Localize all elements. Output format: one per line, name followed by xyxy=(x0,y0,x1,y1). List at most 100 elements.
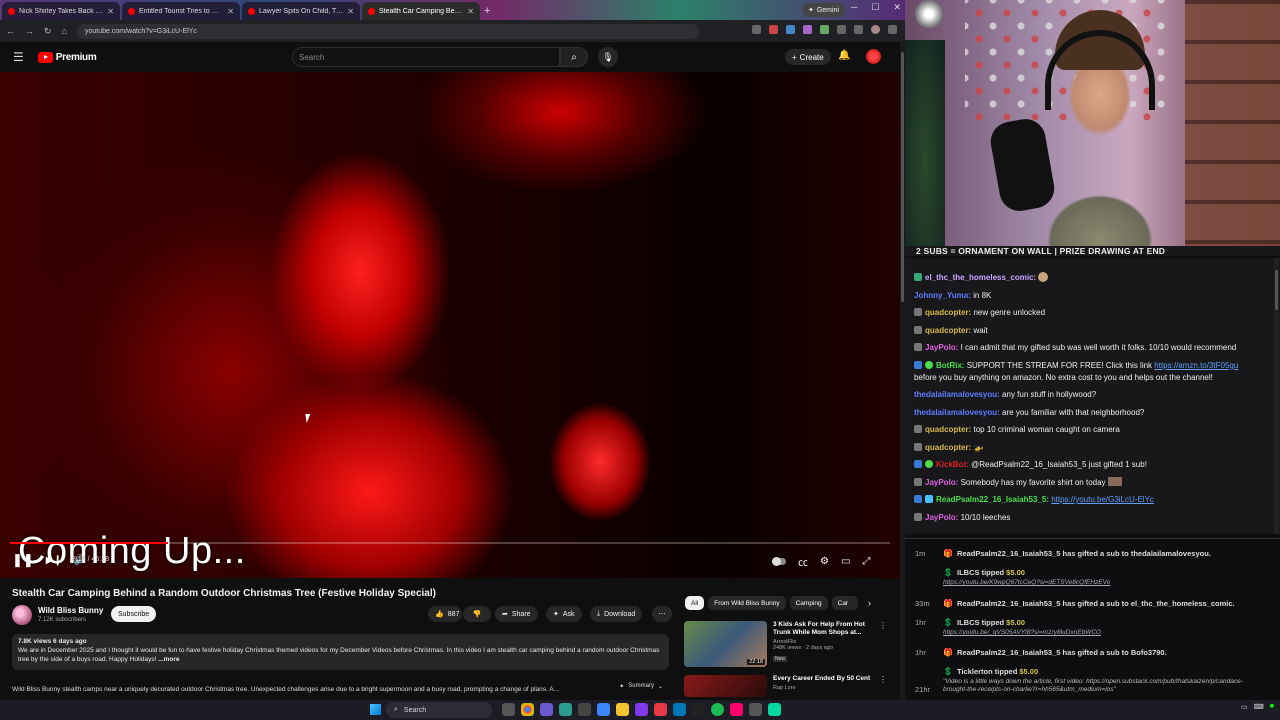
chat-message: JayPolo: Somebody has my favorite shirt … xyxy=(914,476,1272,489)
search-icon[interactable]: ⌕ xyxy=(560,47,588,67)
summary-button[interactable]: ✦ Summary ⌄ xyxy=(619,683,663,690)
url-field[interactable]: youtube.com/watch?v=G3iLcU-ElYc xyxy=(76,23,699,39)
share-button[interactable]: ➦ Share xyxy=(495,606,538,622)
tray-icon[interactable]: ⌨ xyxy=(1254,703,1264,711)
video-player[interactable]: Coming Up... ❚❚ ▶❙ 🔊 8:14 / 45:38 ㏄ ⚙ ▭ … xyxy=(0,72,900,578)
bot-badge-icon xyxy=(914,495,922,503)
extension-icon[interactable] xyxy=(786,25,795,34)
app-icon[interactable] xyxy=(673,703,686,716)
reload-icon[interactable]: ↻ xyxy=(44,26,52,37)
stream-banner: 2 SUBS = ORNAMENT ON WALL | PRIZE DRAWIN… xyxy=(905,246,1280,256)
gemini-button[interactable]: ✦ Gemini xyxy=(801,3,845,17)
emote-icon: 🚁 xyxy=(973,442,984,452)
chat-scrollbar[interactable] xyxy=(1274,258,1279,534)
app-icon[interactable] xyxy=(597,703,610,716)
extension-icon[interactable] xyxy=(854,25,863,34)
sparkle-icon: ✦ xyxy=(807,7,814,14)
extension-icon[interactable] xyxy=(803,25,812,34)
create-button[interactable]: + Create xyxy=(785,49,831,65)
notifications-bell-icon[interactable]: 🔔 xyxy=(838,50,850,61)
taskbar-apps xyxy=(502,703,781,716)
close-icon[interactable]: ✕ xyxy=(347,7,354,16)
app-icon[interactable] xyxy=(711,703,724,716)
tray-icon[interactable]: ▭ xyxy=(1241,703,1248,711)
search-icon: ⌕ xyxy=(394,706,398,713)
recommendation-item[interactable]: Every Career Ended By 50 Cent Rap Lore ⋮ xyxy=(684,675,887,697)
minimize-icon[interactable]: ─ xyxy=(851,2,857,13)
more-dots-icon[interactable]: ⋮ xyxy=(879,621,887,667)
chip-all[interactable]: All xyxy=(685,596,705,610)
app-icon[interactable] xyxy=(730,703,743,716)
fullscreen-icon[interactable]: ⤢ xyxy=(862,556,870,567)
channel-avatar[interactable] xyxy=(12,605,32,625)
new-tab-button[interactable]: + xyxy=(484,2,498,20)
chip-camping[interactable]: Camping xyxy=(789,596,828,610)
subscribe-button[interactable]: Subscribe xyxy=(111,606,157,622)
chrome-icon[interactable] xyxy=(521,703,534,716)
app-icon[interactable] xyxy=(559,703,572,716)
close-icon[interactable]: ✕ xyxy=(467,7,474,16)
browser-tab[interactable]: Nick Shirley Takes Back Canal S✕ xyxy=(2,2,120,20)
extension-icon[interactable] xyxy=(820,25,829,34)
chevron-right-icon[interactable]: › xyxy=(868,598,871,608)
description-box[interactable]: 7.8K views 6 days ago We are in December… xyxy=(12,634,669,670)
theater-mode-icon[interactable]: ▭ xyxy=(841,556,850,567)
task-view-icon[interactable] xyxy=(502,703,515,716)
close-window-icon[interactable]: ✕ xyxy=(893,2,901,13)
hamburger-menu-icon[interactable]: ☰ xyxy=(13,50,24,64)
close-icon[interactable]: ✕ xyxy=(227,7,234,16)
profile-icon[interactable] xyxy=(871,25,880,34)
browser-tab[interactable]: Lawyer Spits On Child, Then Tri✕ xyxy=(242,2,360,20)
show-more-link[interactable]: ...more xyxy=(158,656,179,663)
dislike-button[interactable]: 👎 xyxy=(463,606,491,622)
more-actions-button[interactable]: ⋯ xyxy=(652,606,672,622)
captions-icon[interactable]: ㏄ xyxy=(798,554,808,569)
channel-name[interactable]: Wild Bliss Bunny xyxy=(38,606,103,615)
ask-button[interactable]: ✦ Ask xyxy=(546,606,582,622)
microphone-icon[interactable]: 🎙 xyxy=(598,47,618,67)
chat-badge-icon xyxy=(914,512,922,521)
chip-car[interactable]: Car xyxy=(831,596,858,610)
taskbar-search[interactable]: ⌕ Search xyxy=(386,702,492,718)
app-icon[interactable] xyxy=(578,703,591,716)
account-avatar[interactable] xyxy=(866,49,881,64)
settings-gear-icon[interactable]: ⚙ xyxy=(820,556,829,567)
app-icon[interactable] xyxy=(540,703,553,716)
more-dots-icon: ⋯ xyxy=(658,611,666,618)
app-icon[interactable] xyxy=(692,703,705,716)
youtube-logo[interactable]: Premium xyxy=(37,51,97,63)
app-icon[interactable] xyxy=(749,703,762,716)
video-thumbnail[interactable]: 22:18 xyxy=(684,621,767,667)
chip-from-channel[interactable]: From Wild Bliss Bunny xyxy=(708,596,786,610)
chat-link[interactable]: https://amzn.to/3tF05gu xyxy=(1154,361,1238,370)
home-icon[interactable]: ⌂ xyxy=(62,26,67,36)
autoplay-toggle[interactable] xyxy=(772,557,786,566)
more-dots-icon[interactable]: ⋮ xyxy=(879,675,887,697)
extension-icon[interactable] xyxy=(752,25,761,34)
video-thumbnail[interactable] xyxy=(684,675,767,697)
maximize-icon[interactable]: ☐ xyxy=(871,2,879,13)
recommendation-item[interactable]: 22:18 3 Kids Ask For Help From Hot Trunk… xyxy=(684,621,887,667)
forward-icon[interactable]: → xyxy=(25,26,34,36)
close-icon[interactable]: ✕ xyxy=(107,7,114,16)
next-icon[interactable]: ▶❙ xyxy=(46,555,62,566)
tray-icon[interactable]: ■ xyxy=(1270,703,1274,711)
pause-icon[interactable]: ❚❚ xyxy=(12,552,34,568)
back-icon[interactable]: ← xyxy=(6,26,15,36)
search-input[interactable]: Search xyxy=(292,47,560,67)
menu-dots-icon[interactable] xyxy=(888,25,897,34)
browser-tab-active[interactable]: Stealth Car Camping Behin ✕ xyxy=(362,2,480,20)
app-icon[interactable] xyxy=(654,703,667,716)
like-button[interactable]: 👍 887 xyxy=(428,606,462,622)
sparkle-icon: ✦ xyxy=(553,611,559,618)
download-button[interactable]: ⤓ Download xyxy=(590,606,643,622)
extension-icon[interactable] xyxy=(837,25,846,34)
app-icon[interactable] xyxy=(768,703,781,716)
extension-icon[interactable] xyxy=(769,25,778,34)
app-icon[interactable] xyxy=(635,703,648,716)
browser-tab[interactable]: Entitled Tourist Tries to Murde ✕ xyxy=(122,2,240,20)
windows-start-icon[interactable] xyxy=(370,704,381,715)
chat-link[interactable]: https://youtu.be/G3iLcU-ElYc xyxy=(1051,495,1154,504)
time-display: 8:14 / 45:38 xyxy=(72,556,109,563)
file-explorer-icon[interactable] xyxy=(616,703,629,716)
